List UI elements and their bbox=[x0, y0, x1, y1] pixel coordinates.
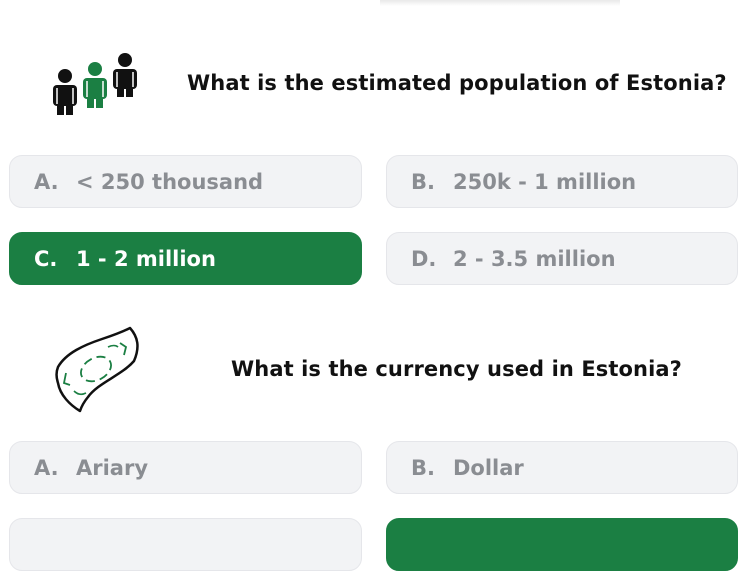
answer-option-d[interactable] bbox=[386, 518, 738, 571]
answer-option-b[interactable]: B. 250k - 1 million bbox=[386, 155, 738, 208]
option-label: < 250 thousand bbox=[76, 169, 264, 194]
people-icon bbox=[48, 50, 142, 116]
answer-option-a[interactable]: A. < 250 thousand bbox=[9, 155, 362, 208]
option-label: 1 - 2 million bbox=[76, 246, 216, 271]
banknote-icon bbox=[50, 325, 140, 415]
answer-option-c[interactable] bbox=[9, 518, 362, 571]
answer-option-b[interactable]: B. Dollar bbox=[386, 441, 738, 494]
option-label: 250k - 1 million bbox=[453, 169, 637, 194]
answer-option-c[interactable]: C. 1 - 2 million bbox=[9, 232, 362, 285]
option-letter: B. bbox=[411, 169, 435, 194]
option-letter: B. bbox=[411, 455, 435, 480]
question-title: What is the currency used in Estonia? bbox=[231, 357, 682, 381]
scroll-shadow bbox=[380, 0, 620, 6]
option-letter: A. bbox=[34, 455, 59, 480]
option-letter: A. bbox=[34, 169, 59, 194]
answer-option-d[interactable]: D. 2 - 3.5 million bbox=[386, 232, 738, 285]
question-title: What is the estimated population of Esto… bbox=[187, 71, 727, 95]
option-label: Ariary bbox=[76, 455, 149, 480]
option-label: 2 - 3.5 million bbox=[453, 246, 616, 271]
option-label: Dollar bbox=[453, 455, 524, 480]
option-letter: C. bbox=[34, 246, 58, 271]
option-letter: D. bbox=[411, 246, 437, 271]
answer-option-a[interactable]: A. Ariary bbox=[9, 441, 362, 494]
